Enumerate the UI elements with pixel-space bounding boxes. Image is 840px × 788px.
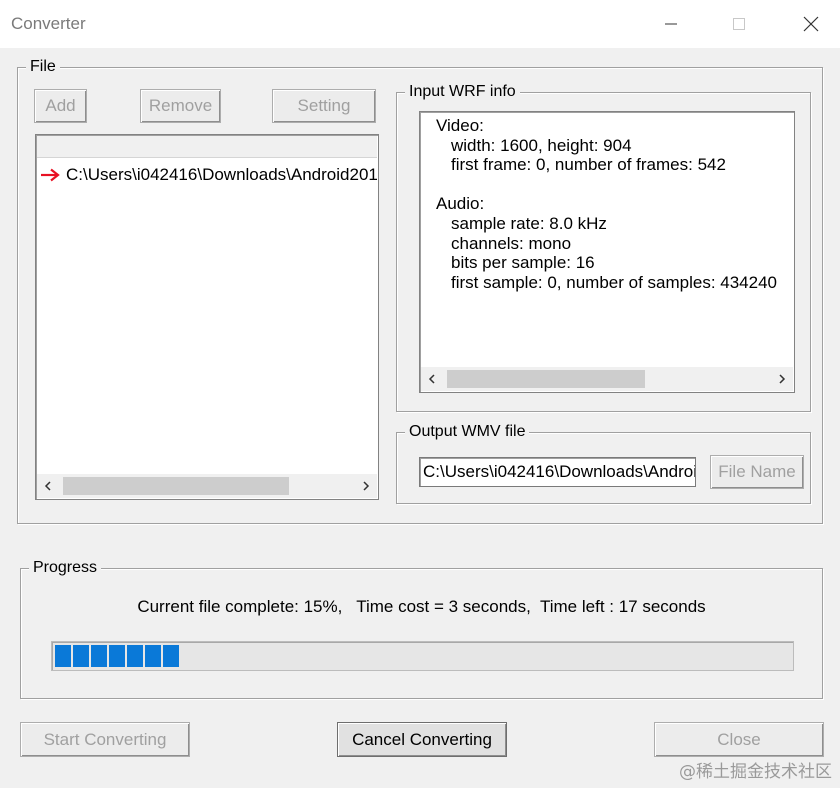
progress-bar [51,641,794,671]
video-frames: first frame: 0, number of frames: 542 [451,155,726,175]
window-title: Converter [11,14,86,33]
progress-segment [73,645,89,667]
video-heading: Video: [436,116,484,135]
file-list-header [37,136,377,158]
file-name-button[interactable]: File Name [710,455,804,489]
progress-segment [91,645,107,667]
file-group: File Add Remove Setting C:\Users\i042416… [17,58,823,524]
audio-sample-rate: sample rate: 8.0 kHz [451,213,607,233]
output-file-label: Output WMV file [405,423,530,441]
minimize-icon [665,23,677,25]
title-bar: Converter [0,0,840,48]
input-info-box[interactable]: Video: width: 1600, height: 904 first fr… [419,111,795,393]
file-path: C:\Users\i042416\Downloads\Android2015 [66,165,379,184]
audio-samples: first sample: 0, number of samples: 4342… [451,272,777,292]
watermark: @稀土掘金技术社区 [679,762,832,782]
audio-channels: channels: mono [451,233,572,253]
list-item[interactable]: C:\Users\i042416\Downloads\Android2015 [40,165,379,185]
input-info-group: Input WRF info Video: width: 1600, heigh… [396,83,811,412]
progress-status-text: Current file complete: 15%, Time cost = … [137,597,706,616]
scroll-right-button[interactable] [355,474,377,498]
start-converting-button[interactable]: Start Converting [20,722,190,757]
close-button[interactable]: Close [654,722,824,757]
add-button[interactable]: Add [34,89,87,123]
audio-bits: bits per sample: 16 [451,253,595,273]
progress-segment [127,645,143,667]
chevron-left-icon [44,481,51,491]
maximize-icon [733,18,745,30]
progress-segment [109,645,125,667]
audio-heading: Audio: [436,194,485,214]
progress-label: Progress [29,559,102,577]
input-info-label: Input WRF info [405,83,520,101]
remove-button[interactable]: Remove [140,89,221,123]
scroll-right-button[interactable] [771,367,793,391]
scroll-thumb[interactable] [63,477,289,495]
progress-segment [163,645,179,667]
scroll-thumb[interactable] [447,370,645,388]
progress-group: Progress Current file complete: 15%, Tim… [20,559,823,699]
input-info-text: Video: width: 1600, height: 904 first fr… [436,116,777,292]
cancel-converting-button[interactable]: Cancel Converting [337,722,507,757]
progress-segment [145,645,161,667]
maximize-button[interactable] [716,6,762,42]
red-arrow-icon [41,168,60,182]
minimize-button[interactable] [648,6,694,42]
chevron-right-icon [363,481,370,491]
input-info-scrollbar[interactable] [421,367,793,391]
file-list-scrollbar[interactable] [37,474,377,498]
video-dimensions: width: 1600, height: 904 [451,135,632,155]
setting-button[interactable]: Setting [272,89,376,123]
progress-bar-fill [55,645,179,667]
output-file-group: Output WMV file C:\Users\i042416\Downloa… [396,423,811,504]
file-list[interactable]: C:\Users\i042416\Downloads\Android2015 [35,134,379,500]
close-icon [803,16,819,32]
scroll-left-button[interactable] [37,474,59,498]
chevron-left-icon [428,374,435,384]
scroll-left-button[interactable] [421,367,443,391]
progress-segment [55,645,71,667]
output-path-field[interactable]: C:\Users\i042416\Downloads\Android [419,457,696,487]
close-window-button[interactable] [788,6,834,42]
file-group-label: File [26,58,60,76]
chevron-right-icon [779,374,786,384]
